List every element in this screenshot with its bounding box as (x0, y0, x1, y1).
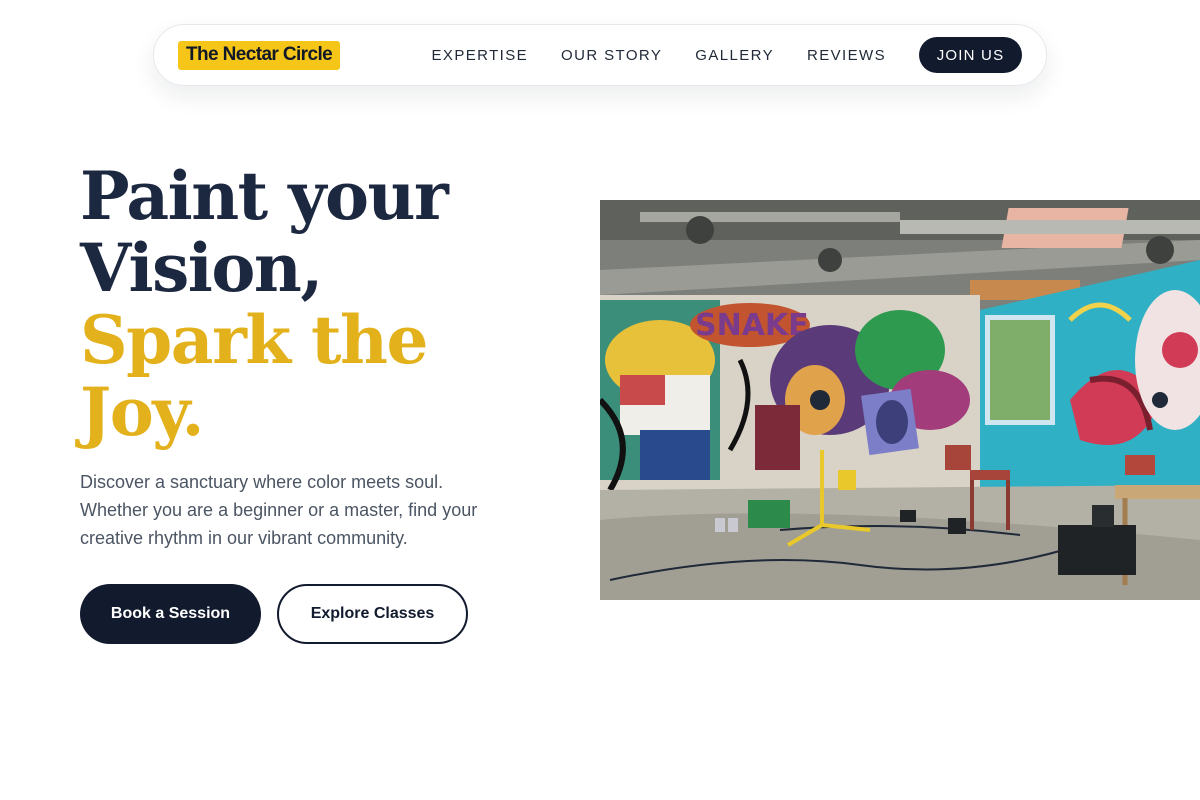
brand-logo[interactable]: The Nectar Circle (178, 40, 341, 70)
join-us-button[interactable]: JOIN US (919, 37, 1022, 73)
graffiti-studio-illustration: SNAKE (600, 200, 1200, 600)
nav-link-gallery[interactable]: GALLERY (695, 47, 774, 64)
hero-image: SNAKE (600, 200, 1200, 600)
nav-links: EXPERTISE OUR STORY GALLERY REVIEWS JOIN… (432, 37, 1022, 73)
hero-headline: Paint your Vision, Spark the Joy. (80, 160, 540, 448)
nav-link-our-story[interactable]: OUR STORY (561, 47, 662, 64)
headline-accent-line-2: Joy. (80, 373, 205, 451)
book-session-button[interactable]: Book a Session (80, 584, 261, 644)
headline-line-2: Vision, (80, 229, 323, 307)
explore-classes-button[interactable]: Explore Classes (277, 584, 468, 644)
headline-accent-line-1: Spark the (80, 301, 429, 379)
nav-link-expertise[interactable]: EXPERTISE (432, 47, 529, 64)
top-navbar: The Nectar Circle EXPERTISE OUR STORY GA… (153, 24, 1047, 86)
nav-link-reviews[interactable]: REVIEWS (807, 47, 886, 64)
headline-line-1: Paint your (80, 157, 449, 235)
hero-description: Discover a sanctuary where color meets s… (80, 472, 478, 548)
